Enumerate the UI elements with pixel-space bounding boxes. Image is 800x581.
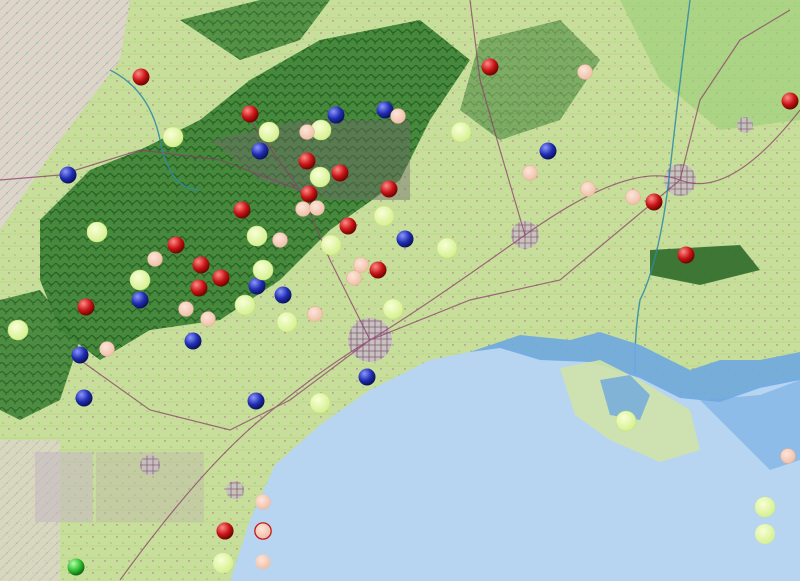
map-marker-light-green[interactable] — [246, 225, 268, 247]
map-marker-red[interactable] — [77, 298, 95, 316]
map-marker-green[interactable] — [67, 558, 85, 576]
map-marker-blue[interactable] — [396, 230, 414, 248]
map-marker-red[interactable] — [132, 68, 150, 86]
map-marker-peach[interactable] — [299, 124, 315, 140]
legend-swatch-peach — [255, 554, 271, 570]
map-marker-red[interactable] — [677, 246, 695, 264]
map-marker-red[interactable] — [190, 279, 208, 297]
map-marker-light-green[interactable] — [373, 205, 395, 227]
map-marker-blue[interactable] — [184, 332, 202, 350]
map-marker-peach[interactable] — [577, 64, 593, 80]
map-marker-peach[interactable] — [580, 181, 596, 197]
map-marker-peach[interactable] — [353, 257, 369, 273]
map-marker-blue[interactable] — [358, 368, 376, 386]
map-marker-red[interactable] — [380, 180, 398, 198]
map-marker-peach[interactable] — [272, 232, 288, 248]
map-marker-peach[interactable] — [522, 165, 538, 181]
map-marker-light-green[interactable] — [252, 259, 274, 281]
map-marker-red[interactable] — [241, 105, 259, 123]
map-view[interactable] — [0, 0, 800, 581]
map-marker-red[interactable] — [167, 236, 185, 254]
map-marker-light-green[interactable] — [309, 166, 331, 188]
map-marker-blue[interactable] — [274, 286, 292, 304]
map-marker-light-green[interactable] — [258, 121, 280, 143]
map-marker-red[interactable] — [298, 152, 316, 170]
map-marker-red[interactable] — [369, 261, 387, 279]
map-marker-blue[interactable] — [131, 291, 149, 309]
map-marker-peach[interactable] — [295, 201, 311, 217]
map-marker-peach[interactable] — [346, 270, 362, 286]
map-marker-peach[interactable] — [147, 251, 163, 267]
map-canvas[interactable] — [0, 0, 800, 581]
map-marker-red[interactable] — [192, 256, 210, 274]
map-marker-red[interactable] — [233, 201, 251, 219]
map-marker-light-green[interactable] — [436, 237, 458, 259]
legend-swatch-light-green — [755, 524, 775, 544]
map-marker-blue[interactable] — [75, 389, 93, 407]
map-marker-peach[interactable] — [178, 301, 194, 317]
map-marker-peach[interactable] — [390, 108, 406, 124]
map-marker-blue[interactable] — [71, 346, 89, 364]
map-marker-light-green[interactable] — [450, 121, 472, 143]
legend-swatch-red — [216, 522, 234, 540]
map-marker-light-green[interactable] — [615, 410, 637, 432]
map-marker-blue[interactable] — [247, 392, 265, 410]
map-marker-red[interactable] — [331, 164, 349, 182]
map-marker-light-green[interactable] — [382, 298, 404, 320]
map-marker-red[interactable] — [300, 185, 318, 203]
legend-swatch-peach — [255, 523, 271, 539]
map-marker-light-green[interactable] — [86, 221, 108, 243]
map-marker-light-green[interactable] — [162, 126, 184, 148]
map-marker-light-green[interactable] — [234, 294, 256, 316]
map-marker-blue[interactable] — [327, 106, 345, 124]
map-marker-red[interactable] — [212, 269, 230, 287]
map-marker-peach[interactable] — [200, 311, 216, 327]
map-marker-red[interactable] — [339, 217, 357, 235]
map-marker-blue[interactable] — [251, 142, 269, 160]
legend-swatch-light-green — [755, 497, 775, 517]
map-marker-red[interactable] — [481, 58, 499, 76]
map-marker-peach[interactable] — [780, 448, 796, 464]
map-marker-red[interactable] — [781, 92, 799, 110]
map-marker-peach[interactable] — [309, 200, 325, 216]
map-marker-red[interactable] — [645, 193, 663, 211]
map-marker-blue[interactable] — [59, 166, 77, 184]
legend-swatch-light-green — [213, 553, 233, 573]
map-marker-light-green[interactable] — [309, 392, 331, 414]
map-marker-light-green[interactable] — [7, 319, 29, 341]
legend-swatch-peach — [255, 494, 271, 510]
map-marker-light-green[interactable] — [320, 234, 342, 256]
map-marker-light-green[interactable] — [276, 311, 298, 333]
map-marker-peach[interactable] — [307, 306, 323, 322]
map-marker-blue[interactable] — [539, 142, 557, 160]
map-marker-peach[interactable] — [625, 189, 641, 205]
map-marker-peach[interactable] — [99, 341, 115, 357]
map-marker-light-green[interactable] — [129, 269, 151, 291]
